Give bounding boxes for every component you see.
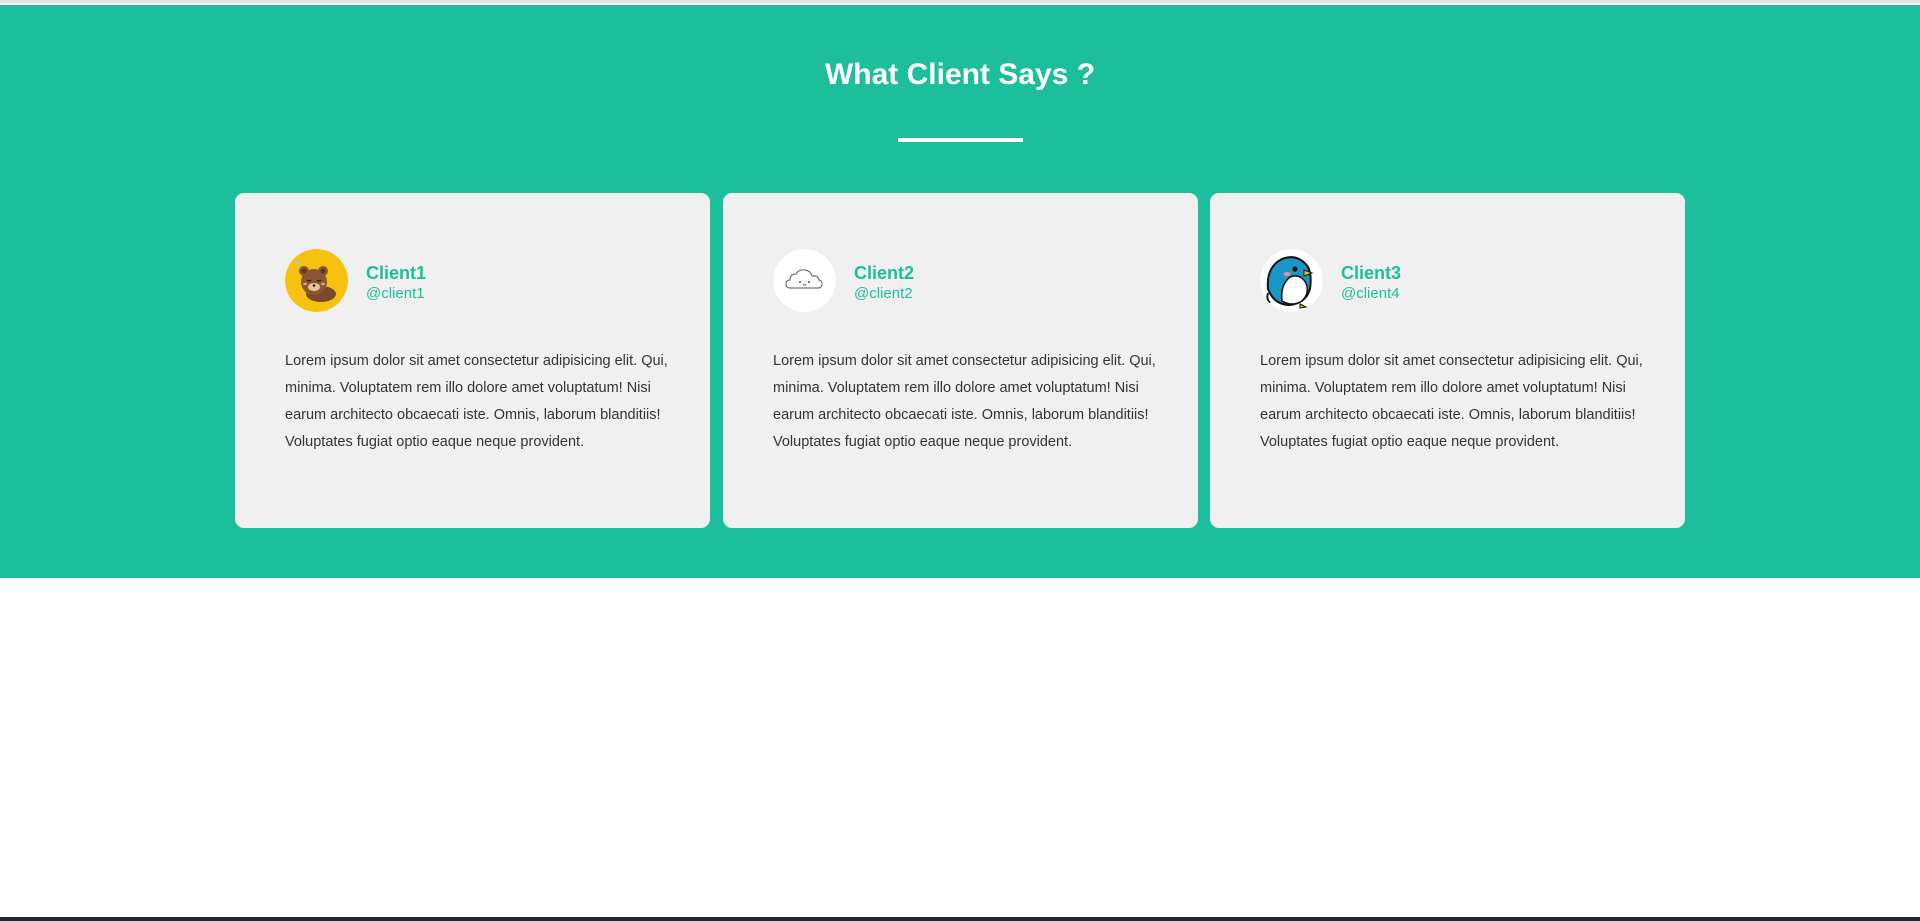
client-avatar: [773, 249, 836, 312]
client-handle: @client2: [854, 285, 913, 302]
testimonial-text: Lorem ipsum dolor sit amet consectetur a…: [285, 353, 668, 450]
client-handle: @client1: [366, 285, 425, 302]
title-divider: [898, 138, 1023, 142]
top-border: [0, 0, 1920, 3]
penguin-icon: [1260, 249, 1323, 312]
testimonial-text: Lorem ipsum dolor sit amet consectetur a…: [1260, 353, 1643, 450]
client-name: Client2: [854, 263, 915, 283]
testimonials-section: What Client Says ? Client1 @client1 Lore…: [0, 5, 1920, 578]
client-name: Client1: [366, 263, 427, 283]
testimonial-card: Client3 @client4 Lorem ipsum dolor sit a…: [1210, 193, 1685, 528]
testimonial-card: Client1 @client1 Lorem ipsum dolor sit a…: [235, 193, 710, 528]
client-avatar: [285, 249, 348, 312]
cloud-icon: [773, 249, 836, 312]
testimonial-text: Lorem ipsum dolor sit amet consectetur a…: [773, 353, 1156, 450]
testimonial-cards: Client1 @client1 Lorem ipsum dolor sit a…: [235, 193, 1685, 528]
client-avatar: [1260, 249, 1323, 312]
testimonial-card: Client2 @client2 Lorem ipsum dolor sit a…: [723, 193, 1198, 528]
bottom-border: [0, 917, 1920, 921]
client-handle: @client4: [1341, 285, 1400, 302]
client-name: Client3: [1341, 263, 1402, 283]
bear-sleeping-icon: [285, 249, 348, 312]
section-title: What Client Says ?: [824, 58, 1096, 91]
